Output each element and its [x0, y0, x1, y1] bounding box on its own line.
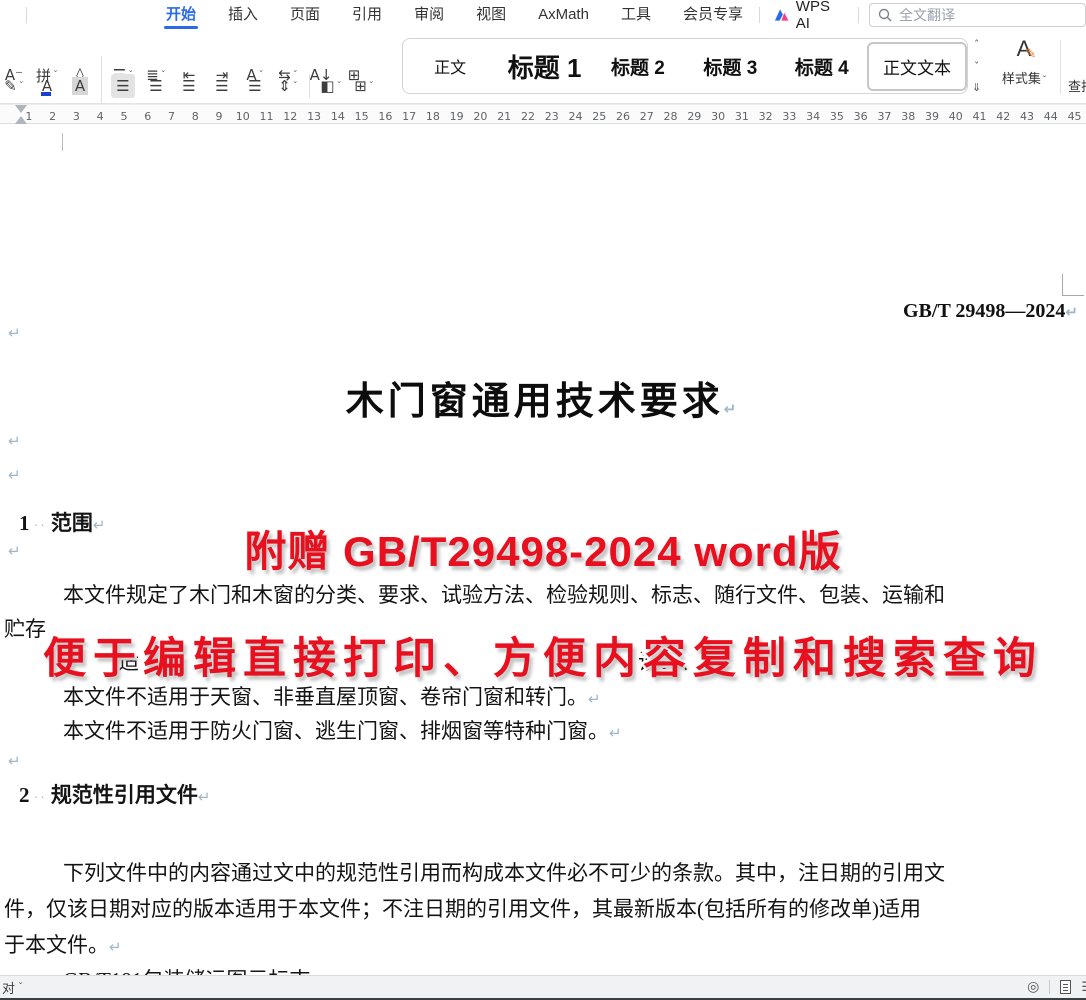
margin-corner-mark: [1062, 274, 1084, 296]
body-scope-line2: 贮存: [4, 613, 46, 643]
paragraph-mark-icon: ↵: [8, 324, 21, 342]
outline-view-icon[interactable]: ☰: [1081, 980, 1086, 995]
body-ref-line2: 件，仅该日期对应的版本适用于本文件；不注日期的引用文件，其最新版本(包括所有的修…: [4, 893, 921, 923]
paragraph-mark-icon: ↵: [588, 690, 601, 708]
doc-title: 木门窗通用技术要求↵: [0, 370, 1086, 425]
body-scope-line1: 本文件规定了木门和木窗的分类、要求、试验方法、检验规则、标志、随行文件、包装、运…: [63, 579, 945, 609]
gallery-up-icon[interactable]: ˆ: [974, 38, 980, 51]
style-normal[interactable]: 正文: [403, 54, 497, 78]
paragraph-mark-icon: ↵: [8, 752, 21, 770]
search-box[interactable]: [869, 3, 1086, 27]
body-not-apply-2: 本文件不适用于防火门窗、逃生门窗、排烟窗等特种门窗。↵: [63, 715, 622, 745]
proofread-label: 对: [2, 978, 15, 997]
tab-insert[interactable]: 插入: [212, 0, 274, 30]
promo-watermark-line2: 便于编辑直接打印、方便内容复制和搜索查询: [43, 624, 1043, 686]
tab-view[interactable]: 视图: [460, 0, 522, 30]
fill-color-icon[interactable]: [319, 74, 343, 98]
style-heading4[interactable]: 标题 4: [777, 53, 867, 80]
gallery-down-icon[interactable]: ˇ: [974, 60, 980, 73]
wps-ai-label: WPS AI: [796, 0, 844, 32]
space-marks: ··: [34, 791, 47, 806]
paragraph-mark-icon: ↵: [724, 400, 741, 418]
tab-review[interactable]: 审阅: [398, 0, 460, 30]
statusbar-divider: [1049, 980, 1050, 994]
paragraph-mark-icon: ↵: [109, 938, 122, 956]
char-shading-icon[interactable]: [68, 74, 92, 98]
menu-tabs: 开始 插入 页面 引用 审阅 视图 AxMath 工具 会员专享: [150, 0, 759, 30]
body-ref-line1: 下列文件中的内容通过文中的规范性引用而构成本文件必不可少的条款。其中，注日期的引…: [63, 857, 945, 887]
promo-watermark-line1: 附赠 GB/T29498-2024 word版: [0, 518, 1086, 579]
eye-protect-icon[interactable]: ◎: [1027, 979, 1039, 995]
style-set-button[interactable]: A✎ 样式集: [996, 36, 1052, 87]
style-heading3[interactable]: 标题 3: [684, 53, 776, 80]
chevron-down-icon: ˇ: [18, 982, 23, 993]
justify-icon[interactable]: [210, 74, 234, 98]
tab-axmath[interactable]: AxMath: [522, 0, 605, 30]
paragraph-mark-icon: ↵: [198, 788, 211, 806]
horizontal-ruler: 1234567891011121314151617181920212223242…: [0, 104, 1086, 124]
style-set-label: 样式集: [996, 68, 1052, 87]
align-center-icon[interactable]: [144, 74, 168, 98]
menubar-divider: [26, 7, 27, 23]
heading-2-normative-references: 2··规范性引用文件↵: [19, 779, 210, 809]
style-set-pen-icon: ✎: [1025, 46, 1036, 62]
font-color-icon[interactable]: [35, 74, 59, 98]
tab-tools[interactable]: 工具: [605, 0, 667, 30]
find-button[interactable]: 查找: [1068, 76, 1086, 95]
first-line-indent-marker[interactable]: [15, 105, 27, 113]
style-heading2[interactable]: 标题 2: [592, 53, 684, 80]
body-ref-line3: 于本文件。↵: [4, 929, 122, 959]
ribbon-toolbar: 正文 标题 1 标题 2 标题 3 标题 4 正文文本 ˆ ˇ ⇓ A✎ 样式集…: [0, 30, 1086, 104]
paragraph-mark-icon: ↵: [1065, 303, 1078, 321]
gallery-more-icon[interactable]: ⇓: [972, 81, 981, 94]
align-right-icon[interactable]: [177, 74, 201, 98]
tab-page[interactable]: 页面: [274, 0, 336, 30]
search-input[interactable]: [899, 7, 1069, 23]
page-view-icon[interactable]: [1060, 980, 1071, 994]
wps-ai-icon: [774, 8, 790, 23]
ruler-numbers: 1234567891011121314151617181920212223242…: [17, 107, 1086, 125]
statusbar-right-icons: ◎ ☰: [1027, 979, 1086, 995]
doc-header-standard-number: GB/T 29498—2024↵: [903, 300, 1078, 323]
distribute-icon[interactable]: [243, 74, 267, 98]
align-left-icon[interactable]: [111, 74, 135, 98]
highlight-pen-icon[interactable]: [2, 74, 26, 98]
style-body-text-selected[interactable]: 正文文本: [867, 42, 967, 91]
ribbon-divider: [309, 74, 310, 98]
paragraph-mark-icon: ↵: [8, 466, 21, 484]
line-spacing-icon[interactable]: [276, 74, 300, 98]
paragraph-mark-icon: ↵: [609, 724, 622, 742]
style-gallery: 正文 标题 1 标题 2 标题 3 标题 4 正文文本: [402, 38, 968, 94]
gb-item-1: GB/T191包装储运图示标志↵: [63, 964, 323, 975]
status-bar: 对 ˇ ◎ ☰: [0, 975, 1086, 998]
ribbon-divider: [1060, 40, 1061, 94]
text-cursor: [62, 133, 63, 151]
search-icon: [878, 8, 892, 22]
gallery-scroll: ˆ ˇ ⇓: [972, 38, 981, 94]
tab-wps-ai[interactable]: WPS AI: [760, 0, 858, 32]
tab-home[interactable]: 开始: [150, 0, 212, 30]
tab-reference[interactable]: 引用: [336, 0, 398, 30]
paragraph-mark-icon: ↵: [8, 432, 21, 450]
menu-bar: 开始 插入 页面 引用 审阅 视图 AxMath 工具 会员专享 WPS AI: [0, 0, 1086, 30]
hanging-indent-marker[interactable]: [15, 116, 27, 124]
tab-member[interactable]: 会员专享: [667, 0, 759, 30]
document-canvas[interactable]: GB/T 29498—2024↵ ↵ 木门窗通用技术要求↵ ↵ ↵ 1··范围↵…: [0, 124, 1086, 975]
proofread-menu[interactable]: 对 ˇ: [2, 978, 23, 997]
style-heading1[interactable]: 标题 1: [497, 48, 591, 85]
menubar-divider: [858, 7, 859, 23]
borders-icon[interactable]: [352, 74, 376, 98]
